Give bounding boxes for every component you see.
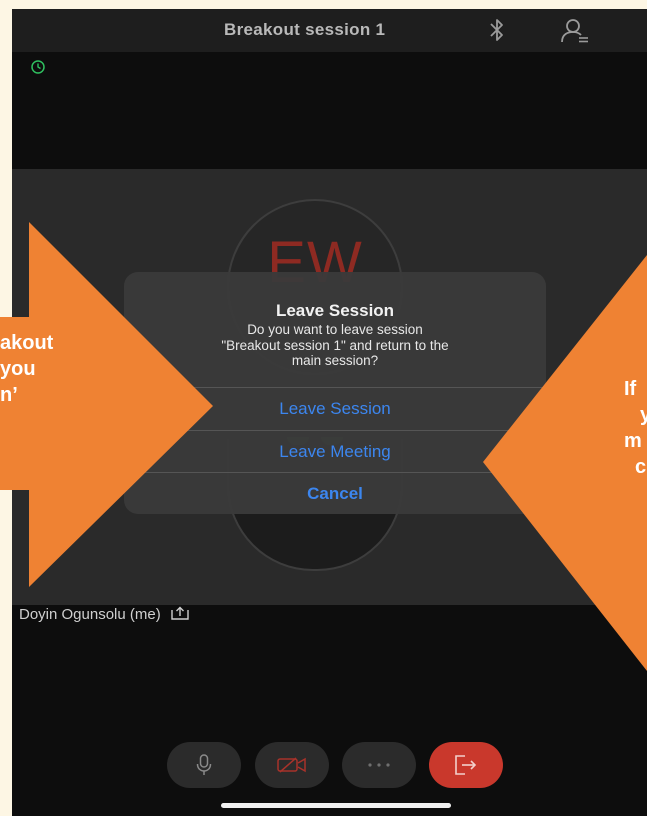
- leave-button[interactable]: [429, 742, 503, 788]
- annotation-line: akout: [0, 332, 54, 354]
- video-off-icon: [277, 757, 306, 773]
- annotation-text-right: If y m c: [624, 376, 647, 480]
- annotation-line: m: [624, 430, 642, 452]
- more-button[interactable]: [342, 742, 416, 788]
- bluetooth-icon[interactable]: [488, 17, 506, 43]
- top-bar: Breakout session 1: [12, 9, 647, 52]
- leave-icon: [455, 755, 477, 775]
- participant-name-text: Doyin Ogunsolu (me): [19, 606, 161, 623]
- meeting-controls: [12, 742, 647, 790]
- participant-name: Doyin Ogunsolu (me): [19, 606, 189, 623]
- annotation-line: If: [624, 378, 637, 400]
- share-icon: [171, 606, 189, 620]
- mute-button[interactable]: [167, 742, 241, 788]
- microphone-icon: [196, 754, 212, 775]
- annotation-line: y: [640, 404, 647, 426]
- home-indicator[interactable]: [221, 803, 451, 808]
- annotation-line: n’: [0, 384, 18, 406]
- annotation-line: you: [0, 358, 36, 380]
- annotation-arrow-right: [483, 255, 647, 671]
- session-title: Breakout session 1: [224, 20, 386, 39]
- video-button[interactable]: [255, 742, 329, 788]
- more-icon: [368, 763, 390, 767]
- annotation-text-left: akout you n’: [0, 330, 53, 408]
- clock-icon: [31, 60, 45, 74]
- annotation-line: c: [635, 456, 647, 478]
- participants-icon[interactable]: [560, 17, 590, 45]
